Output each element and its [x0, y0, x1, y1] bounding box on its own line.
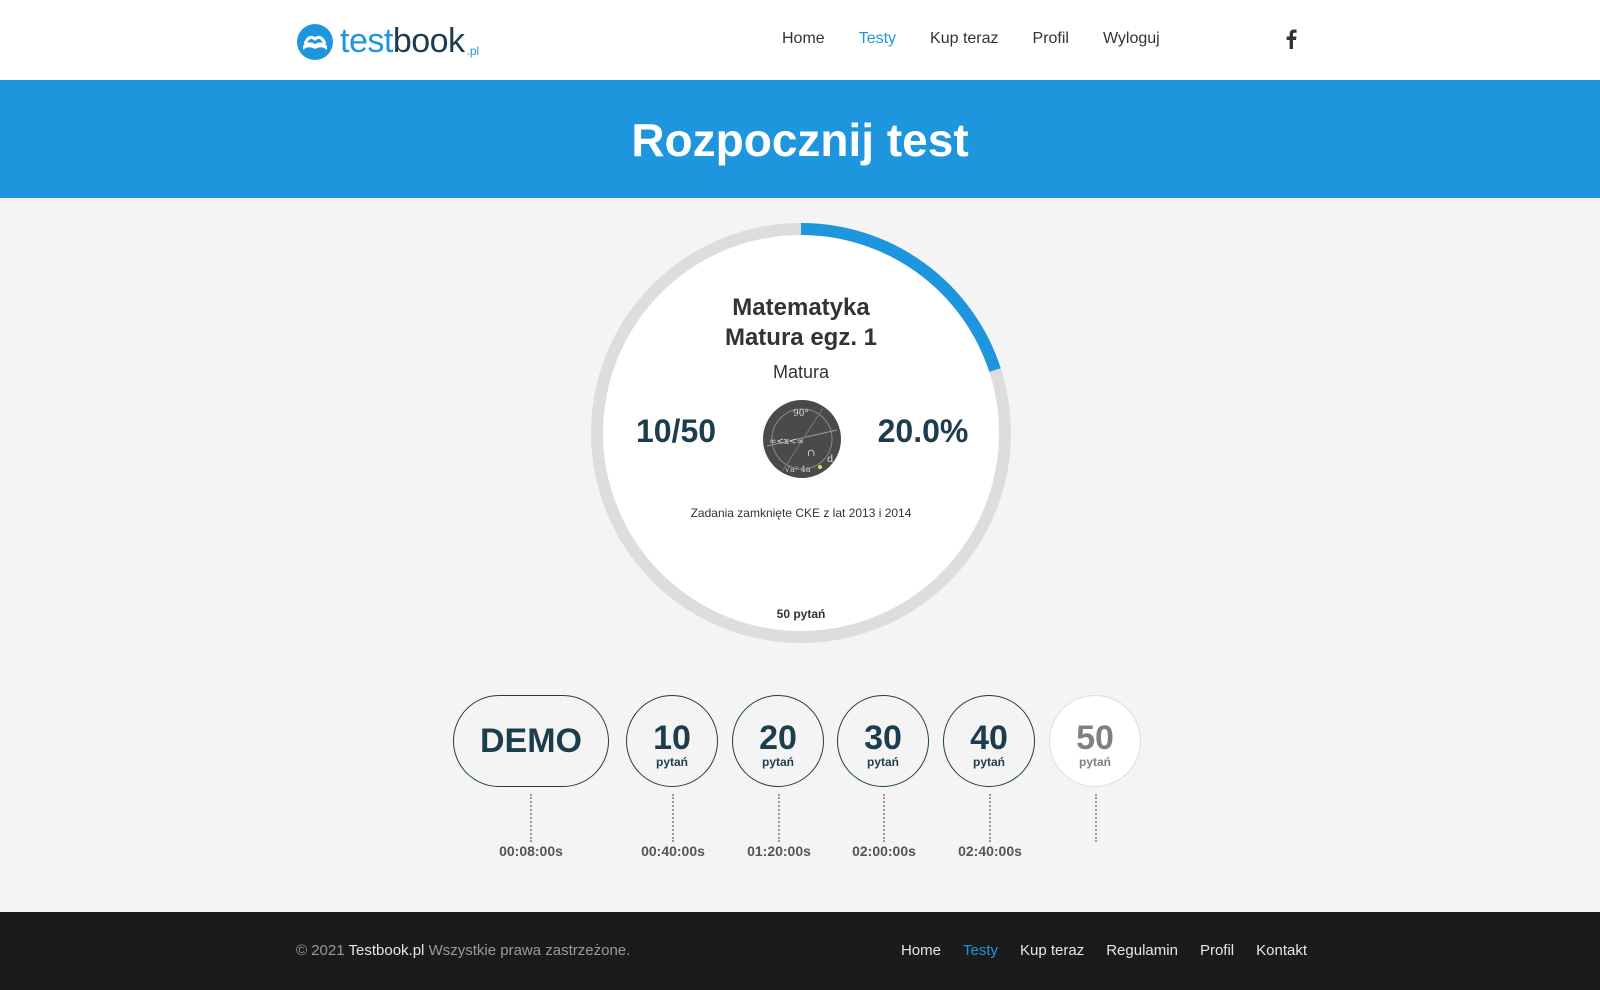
book-logo-icon: [297, 24, 333, 60]
option-20-unit: pytań: [761, 755, 794, 769]
nav-testy[interactable]: Testy: [859, 28, 896, 50]
copyright-rights: Wszystkie prawa zastrzeżone.: [428, 942, 631, 959]
nav-kup-teraz[interactable]: Kup teraz: [930, 28, 998, 50]
test-question-count: 50 pytań: [776, 607, 826, 621]
option-10-unit: pytań: [655, 755, 688, 769]
footer-nav-kontakt[interactable]: Kontakt: [1256, 942, 1307, 959]
option-30-button[interactable]: 30 pytań: [837, 695, 929, 787]
test-description: Zadania zamknięte CKE z lat 2013 i 2014: [690, 506, 912, 520]
footer-nav-home[interactable]: Home: [901, 942, 941, 959]
svg-text:√a² 4a: √a² 4a: [785, 465, 811, 474]
option-10-time: 00:40:00s: [641, 843, 705, 859]
logo-text-test: test: [340, 22, 393, 60]
test-name: Matura egz. 1: [724, 324, 878, 351]
test-summary: Matematyka Matura egz. 1 Matura 10/50 90…: [603, 235, 999, 631]
option-40-button[interactable]: 40 pytań: [943, 695, 1035, 787]
connector-dots: [989, 794, 991, 842]
test-score: 10/50: [635, 413, 717, 449]
connector-dots: [672, 794, 674, 842]
site-footer: © 2021 Testbook.pl Wszystkie prawa zastr…: [0, 912, 1600, 990]
math-formulas-image: 90° ∞<x<∞ ∩ d √a² 4a: [763, 400, 841, 478]
footer-nav-testy[interactable]: Testy: [963, 942, 998, 959]
math-formulas-icon: 90° ∞<x<∞ ∩ d √a² 4a: [763, 400, 841, 478]
logo-text-suffix: .pl: [466, 44, 480, 58]
option-20-button[interactable]: 20 pytań: [732, 695, 824, 787]
option-40-unit: pytań: [972, 755, 1005, 769]
nav-wyloguj[interactable]: Wyloguj: [1103, 28, 1160, 50]
nav-home[interactable]: Home: [782, 28, 825, 50]
footer-nav-kup-teraz[interactable]: Kup teraz: [1020, 942, 1084, 959]
svg-text:90°: 90°: [793, 409, 809, 419]
test-title: Matematyka Matura egz. 1: [603, 293, 999, 353]
copyright: © 2021 Testbook.pl Wszystkie prawa zastr…: [296, 942, 630, 959]
option-30-time: 02:00:00s: [852, 843, 916, 859]
option-40-time: 02:40:00s: [958, 843, 1022, 859]
test-percent: 20.0%: [877, 413, 969, 449]
svg-text:∩: ∩: [807, 448, 815, 459]
option-50-button: 50 pytań: [1049, 695, 1141, 787]
site-header: test book .pl Home Testy Kup teraz Profi…: [0, 0, 1600, 80]
footer-nav: Home Testy Kup teraz Regulamin Profil Ko…: [879, 942, 1307, 959]
svg-text:d: d: [827, 454, 834, 465]
option-10-number: 10: [653, 719, 691, 757]
option-20-time: 01:20:00s: [747, 843, 811, 859]
option-30-number: 30: [864, 719, 902, 757]
footer-nav-regulamin[interactable]: Regulamin: [1106, 942, 1178, 959]
connector-dots: [883, 794, 885, 842]
logo[interactable]: test book .pl: [296, 19, 479, 61]
connector-dots: [778, 794, 780, 842]
page-banner: Rozpocznij test: [0, 80, 1600, 198]
test-category: Matura: [772, 362, 830, 382]
demo-time: 00:08:00s: [499, 843, 563, 859]
logo-text-book: book: [392, 22, 465, 60]
connector-dots: [530, 794, 532, 842]
option-20-number: 20: [759, 719, 797, 757]
demo-label: DEMO: [480, 722, 582, 760]
option-40-number: 40: [970, 719, 1008, 757]
connector-dots: [1095, 794, 1097, 842]
option-50-unit: pytań: [1078, 755, 1111, 769]
page-title: Rozpocznij test: [631, 114, 969, 166]
svg-text:∞<x<∞: ∞<x<∞: [769, 437, 804, 447]
test-subject: Matematyka: [732, 294, 870, 321]
demo-button[interactable]: DEMO: [453, 695, 609, 787]
copyright-brand: Testbook.pl: [348, 942, 425, 959]
facebook-icon[interactable]: [1284, 29, 1298, 49]
option-10-button[interactable]: 10 pytań: [626, 695, 718, 787]
option-50-number: 50: [1076, 719, 1114, 757]
main-nav: Home Testy Kup teraz Profil Wyloguj: [782, 28, 1194, 50]
nav-profil[interactable]: Profil: [1033, 28, 1069, 50]
copyright-year: © 2021: [296, 942, 345, 959]
option-30-unit: pytań: [866, 755, 899, 769]
footer-nav-profil[interactable]: Profil: [1200, 942, 1234, 959]
